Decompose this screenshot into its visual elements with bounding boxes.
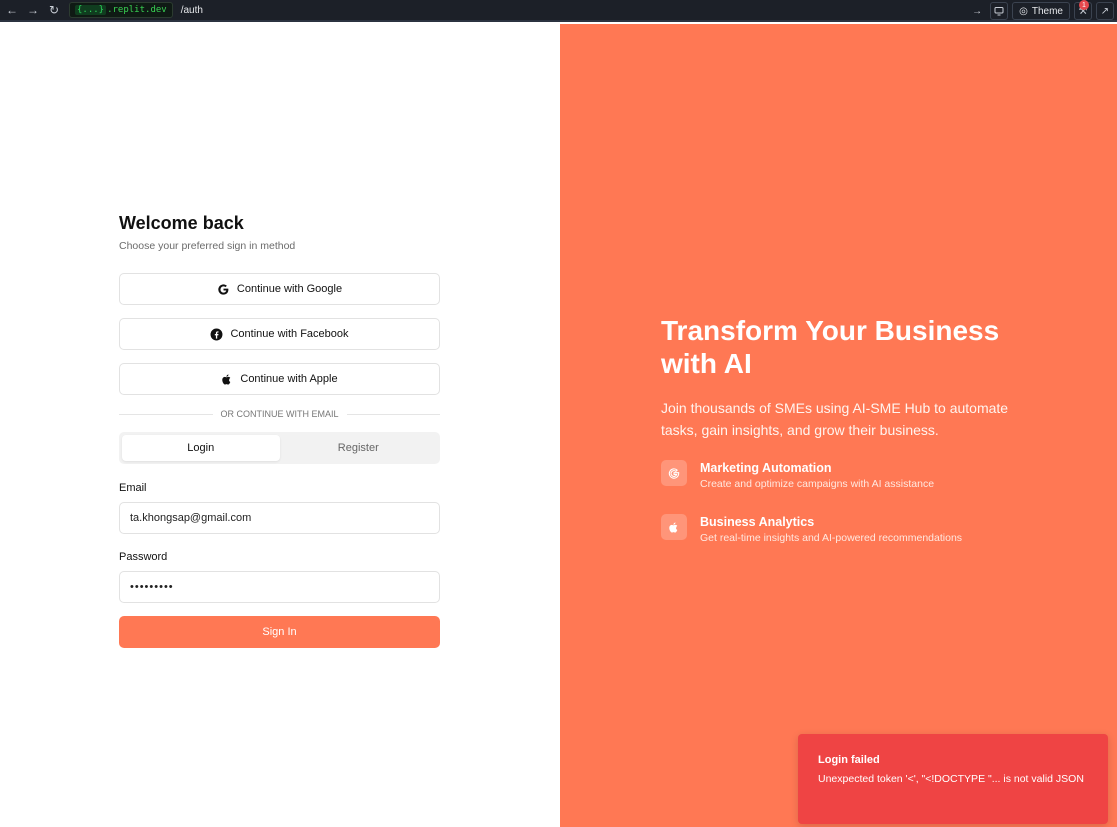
- divider-text: OR CONTINUE WITH EMAIL: [220, 409, 339, 419]
- error-toast[interactable]: Login failed Unexpected token '<', "<!DO…: [798, 734, 1108, 824]
- browser-toolbar: ← → ↻ {...} .replit.dev /auth → ◎ Theme …: [0, 0, 1117, 22]
- tools-button[interactable]: ⚒ 1: [1074, 0, 1092, 20]
- page-subtitle: Choose your preferred sign in method: [119, 240, 296, 252]
- tab-login[interactable]: Login: [122, 435, 280, 461]
- facebook-icon: [211, 328, 223, 340]
- notification-badge: 1: [1079, 0, 1089, 10]
- apple-signin-label: Continue with Apple: [240, 373, 338, 385]
- theme-button[interactable]: ◎ Theme: [1012, 2, 1070, 20]
- apple-signin-button[interactable]: Continue with Apple: [119, 363, 440, 395]
- sign-in-button[interactable]: Sign In: [119, 616, 440, 648]
- tab-register[interactable]: Register: [280, 435, 438, 461]
- hero-panel: Transform Your Business with AI Join tho…: [560, 24, 1117, 827]
- divider-line-right: [346, 413, 441, 415]
- email-field[interactable]: ta.khongsap@gmail.com: [119, 502, 440, 534]
- hero-title: Transform Your Business with AI: [661, 315, 1000, 379]
- feature-marketing-automation: Marketing Automation Create and optimize…: [661, 460, 934, 491]
- facebook-signin-button[interactable]: Continue with Facebook: [119, 318, 440, 350]
- domain-prefix: {...}: [75, 5, 107, 15]
- sign-in-form: Welcome back Choose your preferred sign …: [119, 210, 441, 648]
- apple-icon: [661, 514, 687, 540]
- google-signin-label: Continue with Google: [236, 283, 343, 295]
- url-domain[interactable]: {...} .replit.dev: [69, 2, 173, 18]
- domain-text: .replit.dev: [107, 5, 167, 15]
- hero-subtitle: Join thousands of SMEs using AI-SME Hub …: [661, 400, 1009, 438]
- toast-message: Unexpected token '<', "<!DOCTYPE "... is…: [818, 773, 1084, 785]
- feature-desc: Create and optimize campaigns with AI as…: [700, 478, 935, 490]
- arrow-right-icon[interactable]: →: [968, 2, 986, 20]
- feature-text: Business Analytics Get real-time insight…: [700, 514, 962, 545]
- apple-icon: [222, 374, 231, 385]
- email-divider: OR CONTINUE WITH EMAIL: [119, 409, 441, 419]
- theme-label: Theme: [1031, 5, 1063, 17]
- page-title: Welcome back: [119, 213, 244, 233]
- password-field[interactable]: •••••••••: [119, 571, 440, 603]
- feature-text: Marketing Automation Create and optimize…: [700, 460, 934, 491]
- toast-title: Login failed: [818, 754, 880, 766]
- forward-arrow-icon[interactable]: →: [24, 1, 42, 19]
- facebook-signin-label: Continue with Facebook: [230, 328, 349, 340]
- feature-title: Business Analytics: [700, 515, 815, 529]
- toolbar-actions: → ◎ Theme ⚒ 1 ↗: [968, 0, 1117, 22]
- palette-icon: ◎: [1019, 5, 1028, 17]
- back-arrow-icon[interactable]: ←: [3, 1, 21, 19]
- feature-title: Marketing Automation: [700, 461, 832, 475]
- divider-line-left: [119, 413, 213, 415]
- feature-desc: Get real-time insights and AI-powered re…: [700, 532, 963, 544]
- url-path[interactable]: /auth: [181, 5, 203, 16]
- email-label: Email: [119, 482, 147, 494]
- password-label: Password: [119, 551, 168, 563]
- auth-tabs: Login Register: [119, 432, 440, 464]
- open-external-icon[interactable]: ↗: [1096, 2, 1114, 20]
- google-signin-button[interactable]: Continue with Google: [119, 273, 440, 305]
- reload-icon[interactable]: ↻: [45, 1, 63, 19]
- monitor-icon[interactable]: [990, 2, 1009, 20]
- feature-business-analytics: Business Analytics Get real-time insight…: [661, 514, 962, 545]
- google-icon: [661, 460, 687, 486]
- google-icon: [218, 283, 229, 295]
